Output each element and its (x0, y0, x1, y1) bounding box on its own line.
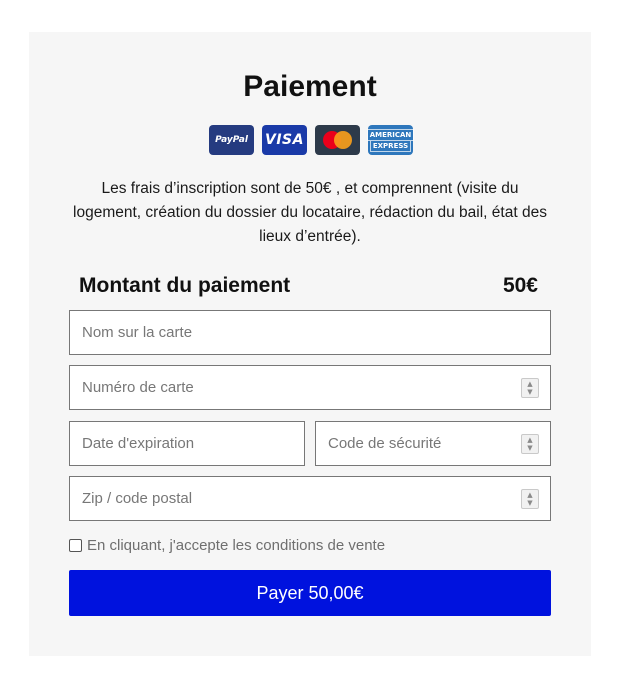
visa-logo-text: VISA (265, 132, 304, 148)
terms-row[interactable]: En cliquant, j'accepte les conditions de… (69, 537, 385, 554)
amex-logo-line1: AMERICAN (366, 128, 415, 141)
card-name-input[interactable] (82, 324, 538, 341)
amount-label: Montant du paiement (79, 274, 291, 297)
visa-logo: VISA (262, 125, 307, 155)
amount-value: 50€ (502, 274, 538, 297)
fee-description: Les frais d’inscription sont de 50€ , et… (73, 180, 547, 245)
zip-spinner-icon[interactable]: ▲ ▼ (521, 489, 539, 509)
card-name-field (69, 310, 551, 355)
security-code-input[interactable] (328, 435, 538, 452)
zip-field: ▲▼ (69, 476, 551, 521)
security-code-spinner-icon[interactable]: ▲ ▼ (521, 434, 539, 454)
card-number-spinner-icon[interactable]: ▲ ▼ (521, 378, 539, 398)
amex-logo: AMERICAN EXPRESS (366, 125, 415, 155)
paypal-logo-text: PayPal (215, 135, 248, 145)
paypal-logo: PayPal (209, 125, 254, 155)
terms-label: En cliquant, j'accepte les conditions de… (87, 537, 386, 554)
payment-brands: PayPal VISA AMERICAN EXPRESS (209, 125, 415, 155)
pay-button[interactable]: Payer 50,00€ (69, 570, 551, 616)
payment-card: Paiement PayPal VISA AMERICAN EXPRESS Le… (29, 32, 591, 656)
mastercard-orange-circle (334, 131, 352, 149)
expiry-field (69, 421, 305, 466)
amount-row: Montant du paiement 50€ (79, 274, 538, 298)
page-title: Paiement (243, 70, 377, 103)
expiry-input[interactable] (82, 435, 292, 452)
security-code-field: ▲▼ (315, 421, 551, 466)
card-number-field: ▲▼ (69, 365, 551, 410)
amex-logo-line2: EXPRESS (369, 140, 412, 152)
terms-checkbox[interactable] (69, 539, 82, 552)
zip-input[interactable] (82, 490, 538, 507)
card-number-input[interactable] (82, 379, 538, 396)
mastercard-logo (315, 125, 360, 155)
